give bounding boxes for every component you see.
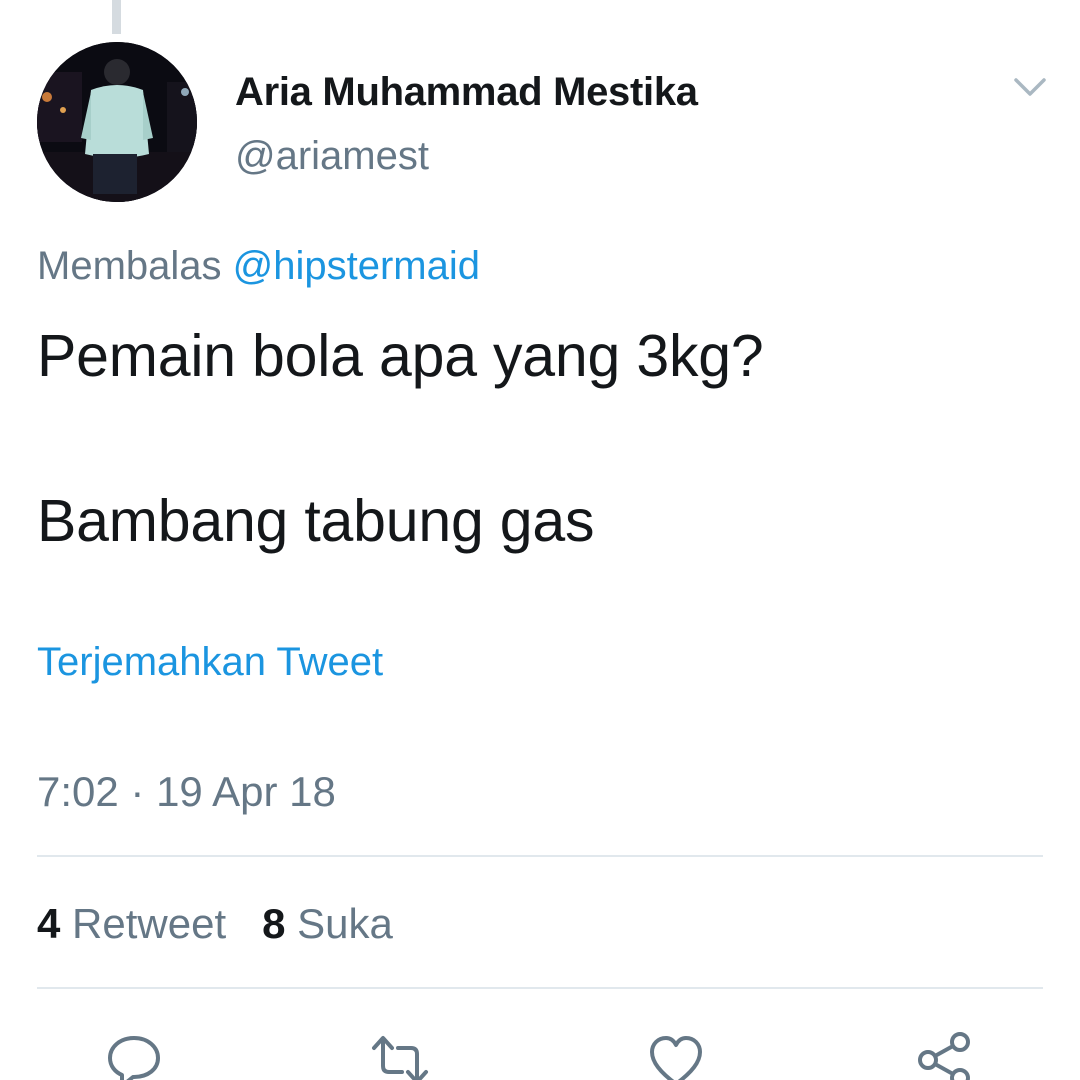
thread-connector-line <box>112 0 121 34</box>
retweet-count-stat[interactable]: 4 Retweet <box>37 900 226 947</box>
translate-tweet-link[interactable]: Terjemahkan Tweet <box>37 640 383 685</box>
like-icon[interactable] <box>646 1030 706 1080</box>
tweet-timestamp[interactable]: 7:02 · 19 Apr 18 <box>37 768 336 816</box>
retweet-icon[interactable] <box>370 1030 430 1080</box>
user-handle[interactable]: @ariamest <box>235 134 429 179</box>
tweet-text-line: Bambang tabung gas <box>37 488 595 554</box>
chevron-down-icon[interactable] <box>1010 72 1050 102</box>
retweet-label: Retweet <box>72 900 227 947</box>
divider <box>37 987 1043 989</box>
tweet-detail-page: Aria Muhammad Mestika @ariamest Membalas… <box>0 0 1080 1080</box>
replying-to-line: Membalas @hipstermaid <box>37 244 480 289</box>
reply-icon[interactable] <box>104 1030 164 1080</box>
display-name[interactable]: Aria Muhammad Mestika <box>235 70 698 115</box>
engagement-stats: 4 Retweet 8 Suka <box>37 900 393 948</box>
divider <box>37 855 1043 857</box>
tweet-text-line: Pemain bola apa yang 3kg? <box>37 323 764 389</box>
avatar[interactable] <box>37 42 197 202</box>
like-label: Suka <box>297 900 393 947</box>
avatar-photo <box>37 42 197 202</box>
replying-to-label: Membalas <box>37 244 222 288</box>
retweet-count: 4 <box>37 900 61 947</box>
like-count: 8 <box>262 900 286 947</box>
share-icon[interactable] <box>914 1030 974 1080</box>
like-count-stat[interactable]: 8 Suka <box>262 900 393 947</box>
reply-mention-link[interactable]: @hipstermaid <box>233 244 480 288</box>
